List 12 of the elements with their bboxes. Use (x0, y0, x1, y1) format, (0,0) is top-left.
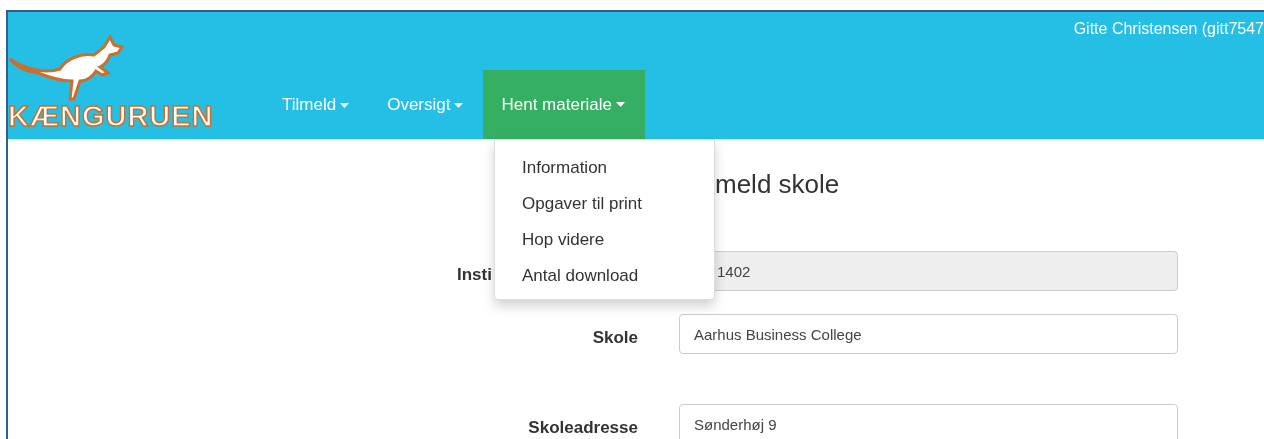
input-field[interactable]: Aarhus Business College (679, 314, 1178, 354)
page-title: meld skole (715, 169, 841, 201)
caret-icon (616, 102, 625, 107)
field-label: Insti (457, 265, 492, 285)
input-field[interactable]: Sønderhøj 9 (679, 404, 1178, 439)
field-label: Skole (592, 328, 638, 348)
field-label: Skoleadresse (528, 418, 638, 438)
logo-text: KÆNGURUEN (8, 101, 214, 131)
caret-icon (454, 102, 464, 108)
caret-icon (340, 102, 350, 108)
menu-item[interactable]: Information (495, 150, 714, 186)
menu-item[interactable]: Opgaver til print (495, 186, 714, 222)
